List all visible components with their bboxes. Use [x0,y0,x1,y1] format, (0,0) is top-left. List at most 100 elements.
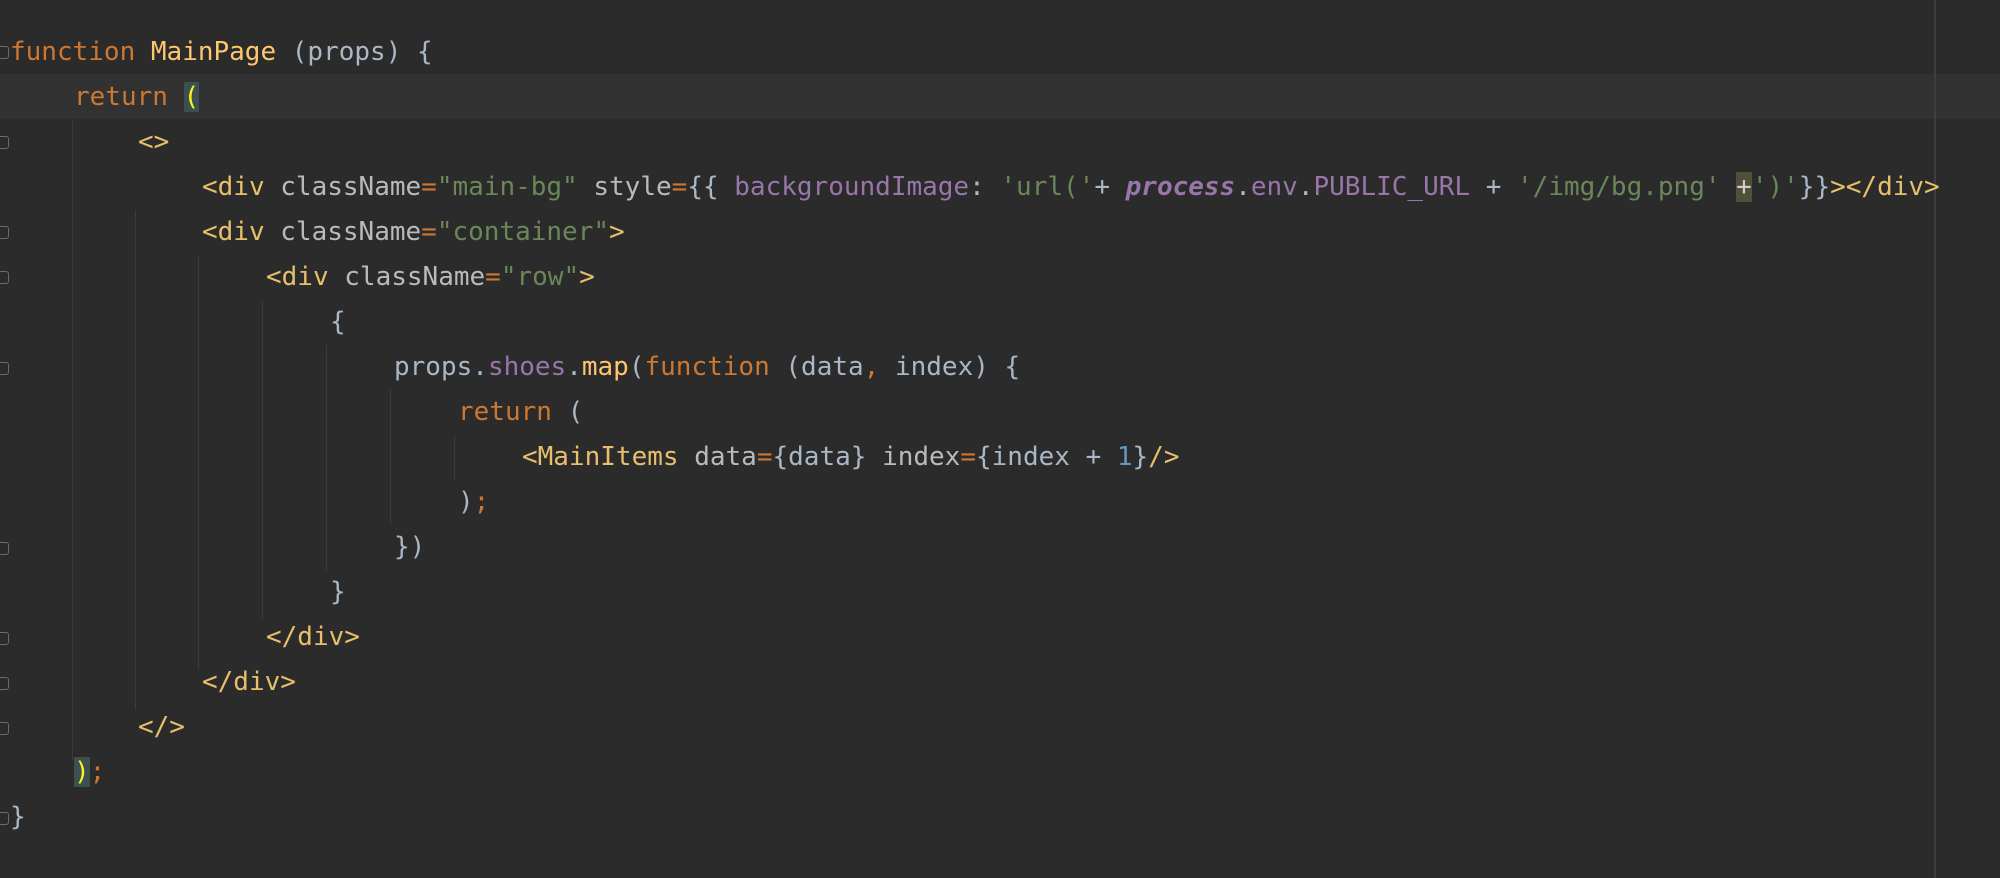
code-token: return [74,82,168,112]
code-line[interactable]: <div className="row"> [266,255,595,300]
fold-marker-icon[interactable] [0,812,9,825]
code-line[interactable]: <MainItems data={data} index={index + 1}… [522,435,1180,480]
code-token: '/img/bg.png' [1517,172,1721,202]
code-token: {data} [772,442,867,472]
code-token: props [394,352,473,382]
code-token: . [472,352,488,382]
code-token: . [1235,172,1251,202]
code-line[interactable]: </div> [202,660,296,705]
indent-guide [135,210,136,710]
code-token: className [344,262,486,292]
code-token: = [485,262,501,292]
code-token: (data [769,352,864,382]
code-token: 'url(' [1000,172,1095,202]
code-token: /> [1148,442,1180,472]
code-token: , [863,352,880,382]
fold-marker-icon[interactable] [0,632,9,645]
code-token: ) [458,487,474,517]
code-line[interactable]: ); [458,480,489,525]
code-token: = [421,172,437,202]
fold-marker-icon[interactable] [0,226,9,239]
code-token: className [280,217,422,247]
code-token: ( [628,352,645,382]
code-token: ) [74,757,90,787]
code-token: env [1250,172,1298,202]
code-line[interactable]: { [330,300,346,345]
code-token: {index + [976,442,1117,472]
code-token: ')' [1751,172,1799,202]
code-line[interactable]: } [330,570,346,615]
code-token: (props) { [276,37,433,67]
code-line[interactable]: } [10,795,26,840]
code-token: <div [266,262,329,292]
indent-guide [326,345,327,570]
right-margin-guide [1934,0,1936,878]
indent-guide [454,435,455,480]
code-token: > [609,217,625,247]
indent-guide [262,300,263,620]
code-token: "row" [500,262,580,292]
current-line-highlight [0,74,2000,119]
code-token: ( [551,397,584,427]
code-token: }} [1798,172,1831,202]
code-token: <MainItems [522,442,679,472]
code-line[interactable]: </> [138,705,185,750]
code-line[interactable]: props.shoes.map(function (data, index) { [394,345,1020,390]
code-token: </> [138,712,185,742]
code-token: function [10,37,136,67]
code-editor[interactable]: function MainPage (props) {return (<> <di… [0,0,2000,878]
code-token: } [1132,442,1149,472]
code-line[interactable]: ); [74,750,105,795]
code-token: ></div> [1830,172,1940,202]
code-line[interactable]: return ( [458,390,583,435]
code-token: <div [202,217,265,247]
code-token: } [330,577,346,607]
fold-marker-icon[interactable] [0,362,9,375]
code-token: {{ [687,172,735,202]
fold-marker-icon[interactable] [0,677,9,690]
code-token: 1 [1116,442,1133,472]
code-token: + [1470,172,1518,202]
fold-marker-icon[interactable] [0,271,9,284]
code-line[interactable]: <div className="container"> [202,210,625,255]
fold-marker-icon[interactable] [0,136,9,149]
code-line[interactable]: <> [138,120,169,165]
code-token: "container" [436,217,610,247]
code-token: ( [183,82,200,112]
code-token: function [644,352,770,382]
code-line[interactable]: return ( [74,75,200,120]
code-token: return [458,397,552,427]
code-token: <> [138,127,170,157]
code-token: PUBLIC_URL [1313,172,1471,202]
code-token: = [671,172,688,202]
fold-marker-icon[interactable] [0,46,9,59]
code-line[interactable]: <div className="main-bg" style={{ backgr… [202,165,1940,210]
code-token: </div> [266,622,360,652]
indent-guide [198,255,199,670]
fold-marker-icon[interactable] [0,542,9,555]
code-token: </div> [202,667,296,697]
code-line[interactable]: }) [394,525,425,570]
code-line[interactable]: function MainPage (props) { [10,30,433,75]
code-token: : [969,172,1001,202]
code-token: ; [473,487,490,517]
code-token: + [1736,172,1752,202]
code-token: = [960,442,976,472]
code-token: index) { [879,352,1021,382]
code-token: backgroundImage [734,172,970,202]
code-token: = [756,442,773,472]
code-token: style [593,172,672,202]
code-token: . [1297,172,1314,202]
code-token: shoes [487,352,567,382]
code-line[interactable]: </div> [266,615,360,660]
indent-guide [390,390,391,525]
fold-marker-icon[interactable] [0,722,9,735]
code-token: map [581,352,629,382]
code-token: } [10,802,26,832]
